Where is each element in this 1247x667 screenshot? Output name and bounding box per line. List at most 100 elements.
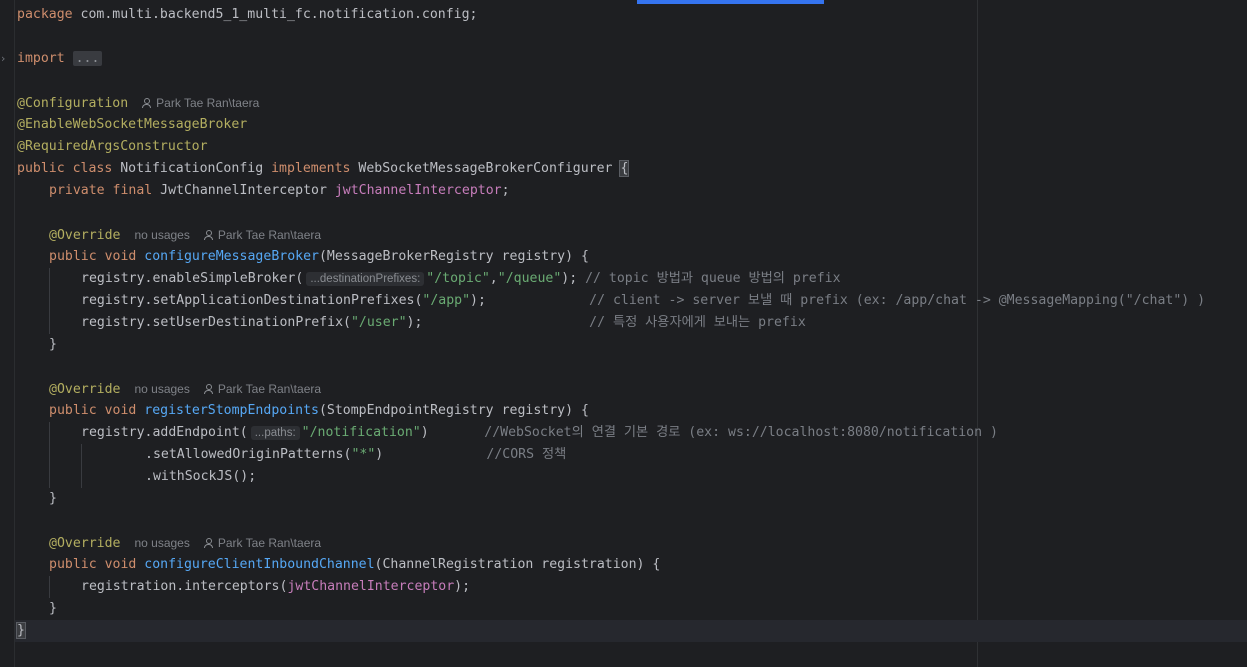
code-line-override: @Override no usages Park Tae Ran\taera bbox=[17, 532, 1205, 554]
code-line-set-allowed-origin-patterns: .setAllowedOriginPatterns("*") //CORS 정책 bbox=[17, 444, 1205, 466]
code-line-override: @Override no usages Park Tae Ran\taera bbox=[17, 378, 1205, 400]
code-line-method-configure-client-inbound-channel: public void configureClientInboundChanne… bbox=[17, 554, 1205, 576]
indent-guide bbox=[49, 444, 50, 466]
method-call: registry.setUserDestinationPrefix( bbox=[81, 315, 351, 330]
user-icon bbox=[203, 538, 213, 548]
line-comment: //WebSocket의 연결 기본 경로 (ex: ws://localhos… bbox=[484, 425, 998, 440]
user-icon bbox=[203, 230, 213, 240]
annotation-enable-websocket: @EnableWebSocketMessageBroker bbox=[17, 117, 248, 132]
keyword-public: public bbox=[17, 161, 65, 176]
author-name: Park Tae Ran\taera bbox=[217, 228, 322, 242]
string-literal: "/topic" bbox=[426, 271, 490, 286]
keyword-private-final: private final bbox=[49, 183, 153, 198]
matched-brace-open: { bbox=[619, 160, 630, 177]
string-literal: "/user" bbox=[350, 315, 407, 330]
method-name: registerStompEndpoints bbox=[144, 403, 319, 418]
code-line-method-configure-message-broker: public void configureMessageBroker(Messa… bbox=[17, 246, 1205, 268]
code-line-add-endpoint: registry.addEndpoint(...paths: "/notifica… bbox=[17, 422, 1205, 444]
author-lens[interactable]: Park Tae Ran\taera bbox=[203, 536, 321, 550]
user-icon bbox=[142, 98, 152, 108]
code-line-class-close: } bbox=[16, 620, 1205, 642]
code-line-interceptors: registration.interceptors(jwtChannelInte… bbox=[17, 576, 1205, 598]
package-name: com.multi.backend5_1_multi_fc.notificati… bbox=[72, 7, 478, 22]
author-name: Park Tae Ran\taera bbox=[217, 382, 322, 396]
code-line-override: @Override no usages Park Tae Ran\taera bbox=[17, 224, 1205, 246]
call-end: ) bbox=[420, 425, 485, 440]
gutter-divider bbox=[14, 0, 15, 667]
method-name: configureMessageBroker bbox=[144, 249, 319, 264]
folded-imports[interactable]: ... bbox=[72, 51, 103, 66]
code-line-with-sockjs: .withSockJS(); bbox=[17, 466, 1205, 488]
semicolon: ; bbox=[501, 183, 510, 198]
line-comment: // 특정 사용자에게 보내는 prefix bbox=[589, 315, 806, 330]
code-line-set-user-destination-prefix: registry.setUserDestinationPrefix("/user… bbox=[17, 312, 1205, 334]
method-name: configureClientInboundChannel bbox=[144, 557, 375, 572]
annotation-override: @Override bbox=[49, 382, 121, 397]
usages-lens[interactable]: no usages bbox=[134, 228, 189, 242]
author-name: Park Tae Ran\taera bbox=[156, 96, 260, 110]
author-lens[interactable]: Park Tae Ran\taera bbox=[142, 96, 259, 110]
author-lens[interactable]: Park Tae Ran\taera bbox=[203, 228, 322, 242]
code-line-enable-simple-broker: registry.enableSimpleBroker(...destinati… bbox=[17, 268, 1205, 290]
call-end: ); bbox=[561, 271, 586, 286]
code-line-package: package com.multi.backend5_1_multi_fc.no… bbox=[17, 4, 1205, 26]
user-icon bbox=[203, 384, 213, 394]
indent-guide bbox=[49, 422, 50, 444]
keyword-public-void: public void bbox=[49, 403, 145, 418]
code-line-close-brace: } bbox=[17, 334, 1205, 356]
field-name: jwtChannelInterceptor bbox=[334, 183, 502, 198]
class-name: NotificationConfig bbox=[112, 161, 272, 176]
indent-guide bbox=[49, 268, 50, 290]
method-call: .setAllowedOriginPatterns( bbox=[145, 447, 352, 462]
code-content[interactable]: package com.multi.backend5_1_multi_fc.no… bbox=[16, 4, 1205, 642]
call-end: ) bbox=[375, 447, 487, 462]
string-literal: "/notification" bbox=[301, 425, 421, 440]
method-call: .withSockJS(); bbox=[145, 469, 257, 484]
string-literal: "*" bbox=[351, 447, 376, 462]
interface-name: WebSocketMessageBrokerConfigurer bbox=[350, 161, 621, 176]
annotation-override: @Override bbox=[49, 228, 121, 243]
call-end: ); bbox=[406, 315, 590, 330]
indent-guide bbox=[81, 466, 82, 488]
close-brace: } bbox=[49, 337, 57, 352]
keyword-public-void: public void bbox=[49, 557, 145, 572]
parameter-hint: ...destinationPrefixes: bbox=[306, 272, 425, 286]
matched-brace-close: } bbox=[16, 622, 26, 639]
method-call: registration.interceptors( bbox=[81, 579, 288, 594]
method-call: registry.enableSimpleBroker( bbox=[81, 271, 304, 286]
usages-lens[interactable]: no usages bbox=[134, 382, 189, 396]
field-type: JwtChannelInterceptor bbox=[152, 183, 335, 198]
line-comment: // client -> server 보낼 때 prefix (ex: /ap… bbox=[589, 293, 1206, 308]
keyword-public-void: public void bbox=[49, 249, 145, 264]
indent-guide bbox=[49, 290, 50, 312]
method-params: (MessageBrokerRegistry registry) { bbox=[318, 249, 589, 264]
code-line-field: private final JwtChannelInterceptor jwtC… bbox=[17, 180, 1205, 202]
annotation-override: @Override bbox=[49, 536, 121, 551]
indent-guide bbox=[81, 444, 82, 466]
author-lens[interactable]: Park Tae Ran\taera bbox=[203, 382, 322, 396]
line-comment: //CORS 정책 bbox=[486, 447, 567, 462]
code-line-method-register-stomp-endpoints: public void registerStompEndpoints(Stomp… bbox=[17, 400, 1205, 422]
comma: , bbox=[489, 271, 498, 286]
code-line-close-brace: } bbox=[17, 598, 1205, 620]
code-line-annotation-enable-ws: @EnableWebSocketMessageBroker bbox=[17, 114, 1205, 136]
code-line-close-brace: } bbox=[17, 488, 1205, 510]
code-line-set-app-destination-prefixes: registry.setApplicationDestinationPrefix… bbox=[17, 290, 1205, 312]
close-brace: } bbox=[49, 601, 57, 616]
usages-lens[interactable]: no usages bbox=[134, 536, 189, 550]
parameter-hint: ...paths: bbox=[250, 426, 300, 440]
field-reference: jwtChannelInterceptor bbox=[287, 579, 455, 594]
keyword-implements: implements bbox=[271, 161, 351, 176]
indent-guide bbox=[49, 466, 50, 488]
code-editor[interactable]: › package com.multi.backend5_1_multi_fc.… bbox=[0, 0, 1247, 667]
keyword-import: import bbox=[17, 51, 65, 66]
string-literal: "/app" bbox=[422, 293, 471, 308]
method-call: registry.addEndpoint( bbox=[81, 425, 248, 440]
call-end: ); bbox=[470, 293, 590, 308]
keyword-class: class bbox=[64, 161, 113, 176]
call-end: ); bbox=[454, 579, 471, 594]
fold-chevron-icon[interactable]: › bbox=[1, 52, 5, 66]
